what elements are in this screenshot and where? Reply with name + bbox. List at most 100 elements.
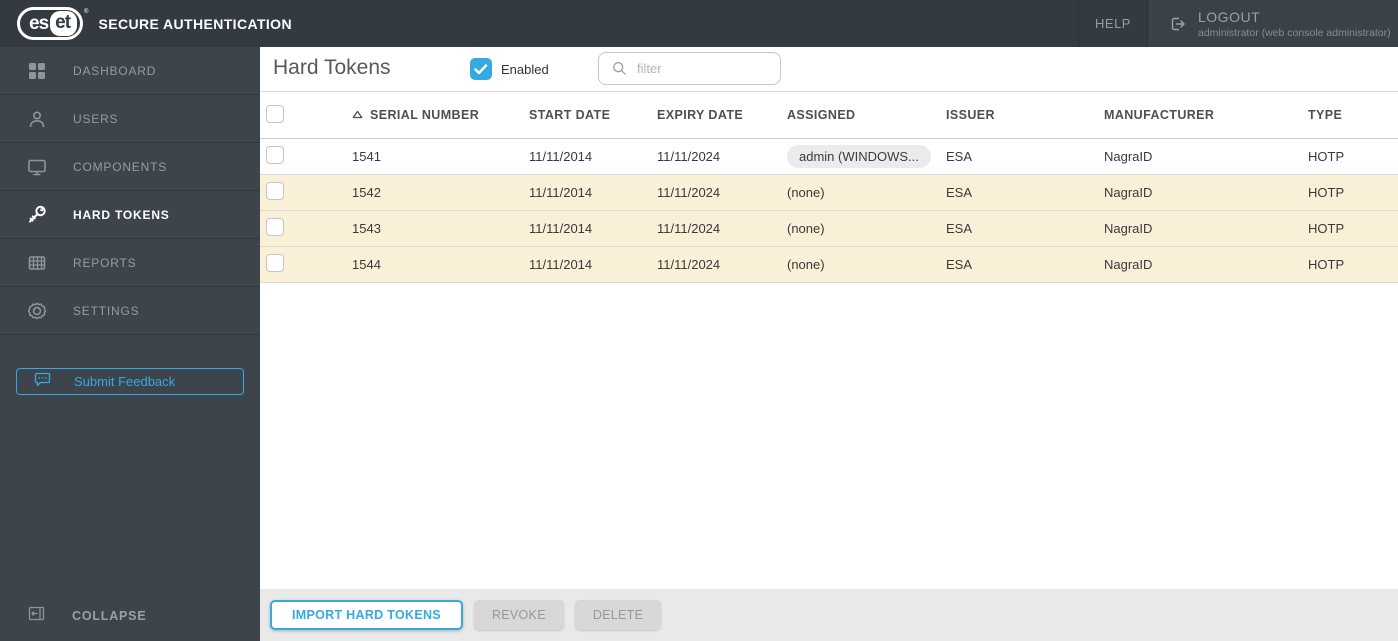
logout-button[interactable]: LOGOUT administrator (web console admini… [1148,0,1398,47]
table-row[interactable]: 1542 11/11/2014 11/11/2024 (none) ESA Na… [260,175,1398,211]
assigned-value: (none) [787,257,825,272]
sidebar-item-label: COMPONENTS [73,159,168,174]
sidebar-item-hard-tokens[interactable]: HARD TOKENS [0,191,260,239]
select-all-checkbox[interactable] [266,104,284,123]
cell-manufacturer: NagraID [1104,149,1153,164]
cell-serial-number: 1542 [352,185,381,200]
logout-icon [1168,14,1188,34]
sort-ascending-icon [352,108,363,122]
search-icon [613,62,626,75]
enabled-checkbox[interactable] [470,58,492,80]
submit-feedback-label: Submit Feedback [74,374,176,389]
cell-start-date: 11/11/2014 [529,185,593,200]
cell-manufacturer: NagraID [1104,257,1153,272]
sidebar-item-label: REPORTS [73,255,137,270]
cell-assigned: admin (WINDOWS... [781,145,940,168]
help-button[interactable]: HELP [1078,0,1148,47]
row-checkbox[interactable] [266,182,284,200]
page-title: Hard Tokens [273,56,391,79]
eset-logo-text: es [29,13,49,34]
cell-expiry-date: 11/11/2024 [657,221,721,236]
table-row[interactable]: 1543 11/11/2014 11/11/2024 (none) ESA Na… [260,211,1398,247]
sidebar-item-users[interactable]: USERS [0,95,260,143]
column-header-type[interactable]: TYPE [1302,108,1398,122]
column-header-expiry-date[interactable]: EXPIRY DATE [651,108,781,122]
cell-assigned: (none) [781,185,940,200]
import-hard-tokens-button[interactable]: IMPORT HARD TOKENS [270,600,463,630]
table-row[interactable]: 1541 11/11/2014 11/11/2024 admin (WINDOW… [260,139,1398,175]
cell-expiry-date: 11/11/2024 [657,257,721,272]
sidebar-item-reports[interactable]: REPORTS [0,239,260,287]
cell-start-date: 11/11/2014 [529,149,593,164]
cell-serial-number: 1543 [352,221,381,236]
collapse-label: COLLAPSE [72,609,147,623]
cell-type: HOTP [1308,257,1345,272]
gear-icon [26,300,48,322]
revoke-button[interactable]: REVOKE [473,600,564,630]
main-content: Hard Tokens Enabled filter SERIAL NUMBER… [260,47,1398,641]
submit-feedback-button[interactable]: Submit Feedback [16,368,244,395]
eset-logo: es et ® [17,7,88,40]
sidebar-item-dashboard[interactable]: DASHBOARD [0,47,260,95]
column-header-assigned[interactable]: ASSIGNED [781,108,940,122]
row-checkbox[interactable] [266,218,284,236]
cell-start-date: 11/11/2014 [529,257,593,272]
user-icon [26,108,48,130]
cell-issuer: ESA [946,185,973,200]
cell-issuer: ESA [946,257,973,272]
collapse-button[interactable]: COLLAPSE [0,591,260,641]
logout-label: LOGOUT [1198,8,1261,25]
filter-search-box[interactable] [598,52,781,85]
sidebar-item-settings[interactable]: SETTINGS [0,287,260,335]
row-checkbox[interactable] [266,146,284,164]
cell-serial-number: 1544 [352,257,381,272]
topbar: es et ® SECURE AUTHENTICATION HELP LOGOU… [0,0,1398,47]
row-checkbox[interactable] [266,254,284,272]
assigned-value: admin (WINDOWS... [787,145,931,168]
feedback-bubble-icon [34,372,51,392]
cell-expiry-date: 11/11/2024 [657,149,721,164]
sidebar-item-label: DASHBOARD [73,63,157,78]
cell-manufacturer: NagraID [1104,185,1153,200]
sidebar-item-components[interactable]: COMPONENTS [0,143,260,191]
sidebar-item-label: HARD TOKENS [73,207,170,222]
column-header-serial-number[interactable]: SERIAL NUMBER [346,108,523,122]
help-label: HELP [1095,16,1131,31]
app-title: SECURE AUTHENTICATION [98,15,292,32]
column-label: SERIAL NUMBER [370,108,480,122]
action-bar: IMPORT HARD TOKENS REVOKE DELETE [260,589,1398,641]
table-row[interactable]: 1544 11/11/2014 11/11/2024 (none) ESA Na… [260,247,1398,283]
table-header: SERIAL NUMBER START DATE EXPIRY DATE ASS… [260,92,1398,139]
assigned-value: (none) [787,221,825,236]
column-header-issuer[interactable]: ISSUER [940,108,1098,122]
sidebar-item-label: SETTINGS [73,303,140,318]
sidebar-item-label: USERS [73,111,119,126]
collapse-icon [28,606,45,626]
filter-input[interactable] [637,61,767,76]
check-icon [474,63,488,74]
key-icon [26,204,48,226]
delete-button[interactable]: DELETE [574,600,662,630]
dashboard-grid-icon [26,60,48,82]
eset-logo-pill: es et [17,7,84,40]
page-header: Hard Tokens Enabled [260,47,1398,92]
cell-manufacturer: NagraID [1104,221,1153,236]
enabled-label: Enabled [501,61,549,77]
monitor-icon [26,156,48,178]
cell-type: HOTP [1308,149,1345,164]
cell-issuer: ESA [946,149,973,164]
cell-assigned: (none) [781,257,940,272]
cell-type: HOTP [1308,185,1345,200]
enabled-filter[interactable]: Enabled [470,58,549,80]
report-table-icon [26,252,48,274]
column-header-start-date[interactable]: START DATE [523,108,651,122]
registered-mark: ® [84,9,89,15]
logout-user-info: administrator (web console administrator… [1198,26,1391,39]
cell-expiry-date: 11/11/2024 [657,185,721,200]
assigned-value: (none) [787,185,825,200]
column-header-manufacturer[interactable]: MANUFACTURER [1098,108,1302,122]
cell-type: HOTP [1308,221,1345,236]
cell-issuer: ESA [946,221,973,236]
cell-serial-number: 1541 [352,149,381,164]
eset-logo-box-text: et [50,11,78,36]
